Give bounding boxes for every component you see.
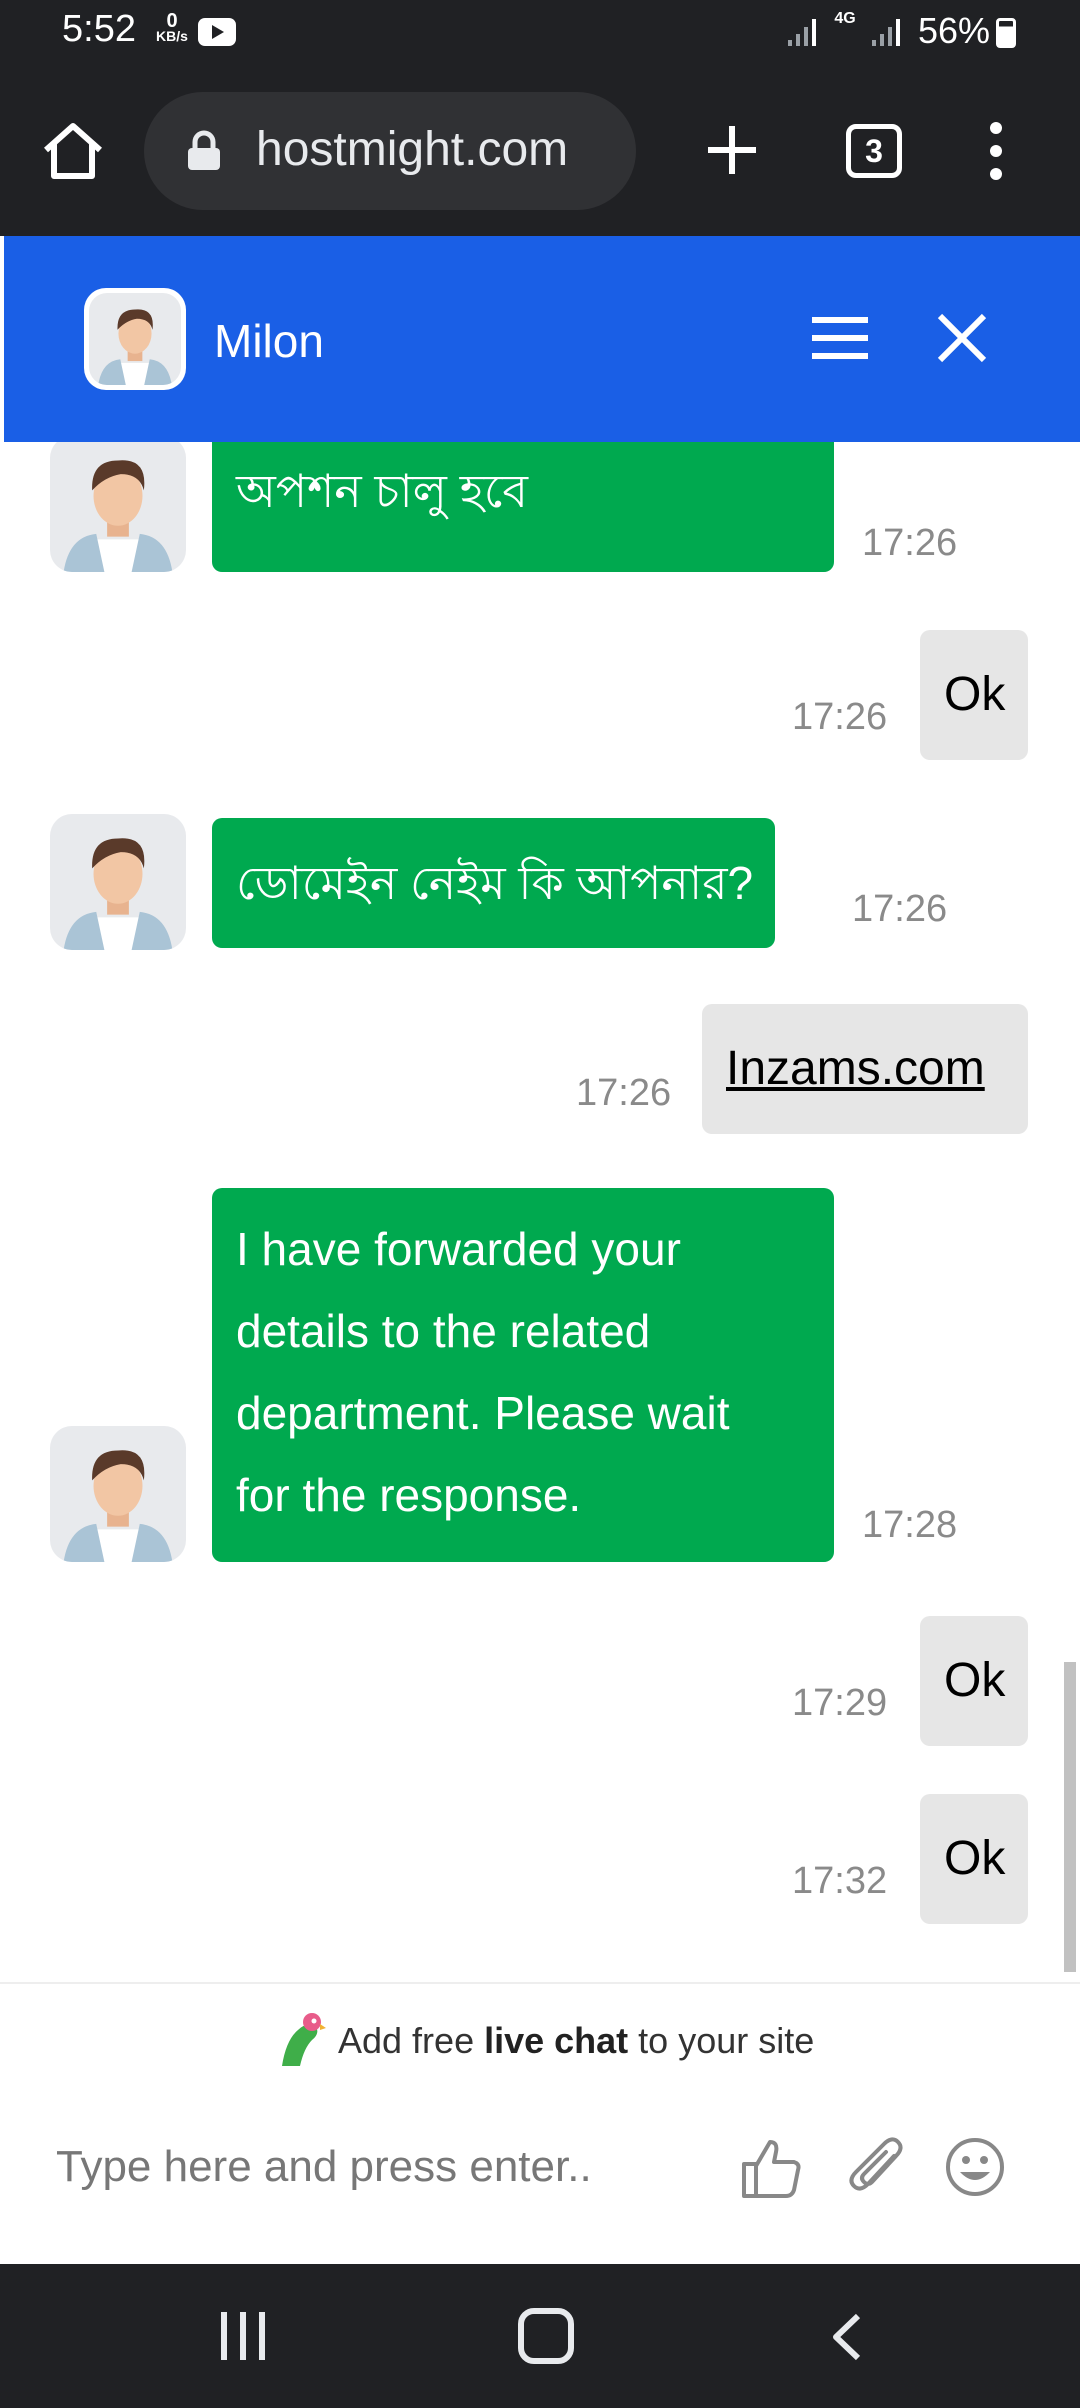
- message-text: ডোমেইন নেইম কি আপনার?: [236, 857, 754, 909]
- agent-name: Milon: [214, 315, 324, 367]
- message-text: অপশন চালু হবে: [236, 465, 528, 517]
- promo-bold: live chat: [484, 2020, 629, 2061]
- agent-message-avatar: [50, 814, 186, 950]
- promo-text[interactable]: Add free live chat to your site: [338, 2020, 814, 2062]
- chat-widget: Milon অপশন চালু হবে 17:26 17:26 Ok ডোমেই…: [0, 236, 1080, 2264]
- message-time: 17:26: [852, 888, 948, 930]
- message-line: details to the related: [236, 1305, 651, 1357]
- chat-header: Milon: [4, 236, 1080, 442]
- paperclip-icon[interactable]: [846, 2134, 908, 2200]
- agent-message-bubble: অপশন চালু হবে: [212, 442, 834, 572]
- agent-face-icon: [63, 838, 173, 950]
- close-icon[interactable]: [934, 310, 990, 366]
- message-time: 17:26: [862, 522, 958, 564]
- back-icon[interactable]: [826, 2312, 866, 2362]
- agent-avatar: [84, 288, 186, 390]
- message-time: 17:32: [792, 1860, 888, 1902]
- user-message-bubble: Ok: [920, 1616, 1028, 1746]
- agent-face-icon: [63, 1450, 173, 1562]
- status-time: 5:52: [62, 8, 136, 50]
- battery-icon: [996, 18, 1016, 48]
- promo-suffix: to your site: [628, 2020, 815, 2061]
- recents-icon[interactable]: [218, 2310, 268, 2362]
- net-speed: 0 KB/s: [152, 10, 192, 44]
- message-time: 17:26: [792, 696, 888, 738]
- lock-icon: [188, 130, 220, 170]
- message-line: for the response.: [236, 1469, 582, 1521]
- parrot-icon: [282, 2013, 326, 2066]
- home-icon[interactable]: [38, 116, 108, 186]
- chat-scrollbar[interactable]: [1064, 1662, 1076, 1972]
- net-speed-value: 0: [166, 10, 178, 32]
- battery-percent: 56%: [918, 10, 991, 51]
- youtube-icon: [198, 18, 236, 46]
- message-input[interactable]: [56, 2130, 696, 2204]
- message-line: department. Please wait: [236, 1387, 730, 1439]
- emoji-icon[interactable]: [944, 2136, 1006, 2198]
- agent-face-icon: [63, 460, 173, 572]
- tabs-icon[interactable]: 3: [846, 124, 902, 178]
- net-speed-unit: KB/s: [156, 28, 188, 44]
- menu-icon[interactable]: [810, 314, 870, 362]
- message-list[interactable]: অপশন চালু হবে 17:26 17:26 Ok ডোমেইন নেইম…: [0, 442, 1080, 1982]
- network-type: 4G: [834, 10, 856, 27]
- promo-prefix: Add free: [338, 2020, 485, 2061]
- address-bar[interactable]: hostmight.com: [144, 92, 636, 210]
- message-line: I have forwarded your: [236, 1223, 681, 1275]
- agent-message-bubble: I have forwarded your details to the rel…: [212, 1188, 834, 1562]
- message-composer: [0, 2090, 1080, 2264]
- thumbs-up-icon[interactable]: [740, 2136, 802, 2200]
- user-message-bubble: Ok: [920, 1794, 1028, 1924]
- url-text: hostmight.com: [256, 123, 569, 176]
- agent-face-icon: [98, 309, 172, 385]
- plus-icon[interactable]: [700, 118, 764, 182]
- more-icon[interactable]: [976, 116, 1016, 186]
- home-nav-icon[interactable]: [518, 2308, 574, 2364]
- user-message-bubble: Inzams.com: [702, 1004, 1028, 1134]
- user-message-bubble: Ok: [920, 630, 1028, 760]
- promo-bar[interactable]: Add free live chat to your site: [0, 1982, 1080, 2090]
- agent-message-avatar: [50, 442, 186, 572]
- message-text: Ok: [944, 1654, 1006, 1707]
- signal-icon: [872, 19, 900, 46]
- message-time: 17:29: [792, 1682, 888, 1724]
- system-nav-bar: [0, 2264, 1080, 2408]
- signal-icon: [788, 19, 816, 46]
- agent-message-avatar: [50, 1426, 186, 1562]
- message-text: Ok: [944, 668, 1006, 721]
- agent-message-bubble: ডোমেইন নেইম কি আপনার?: [212, 818, 776, 948]
- message-time: 17:26: [576, 1072, 672, 1114]
- browser-toolbar: hostmight.com 3: [0, 66, 1080, 236]
- message-link[interactable]: Inzams.com: [726, 1042, 985, 1095]
- message-text: Ok: [944, 1832, 1006, 1885]
- status-bar: 5:52 0 KB/s 4G 56%: [0, 0, 1080, 66]
- message-time: 17:28: [862, 1504, 958, 1546]
